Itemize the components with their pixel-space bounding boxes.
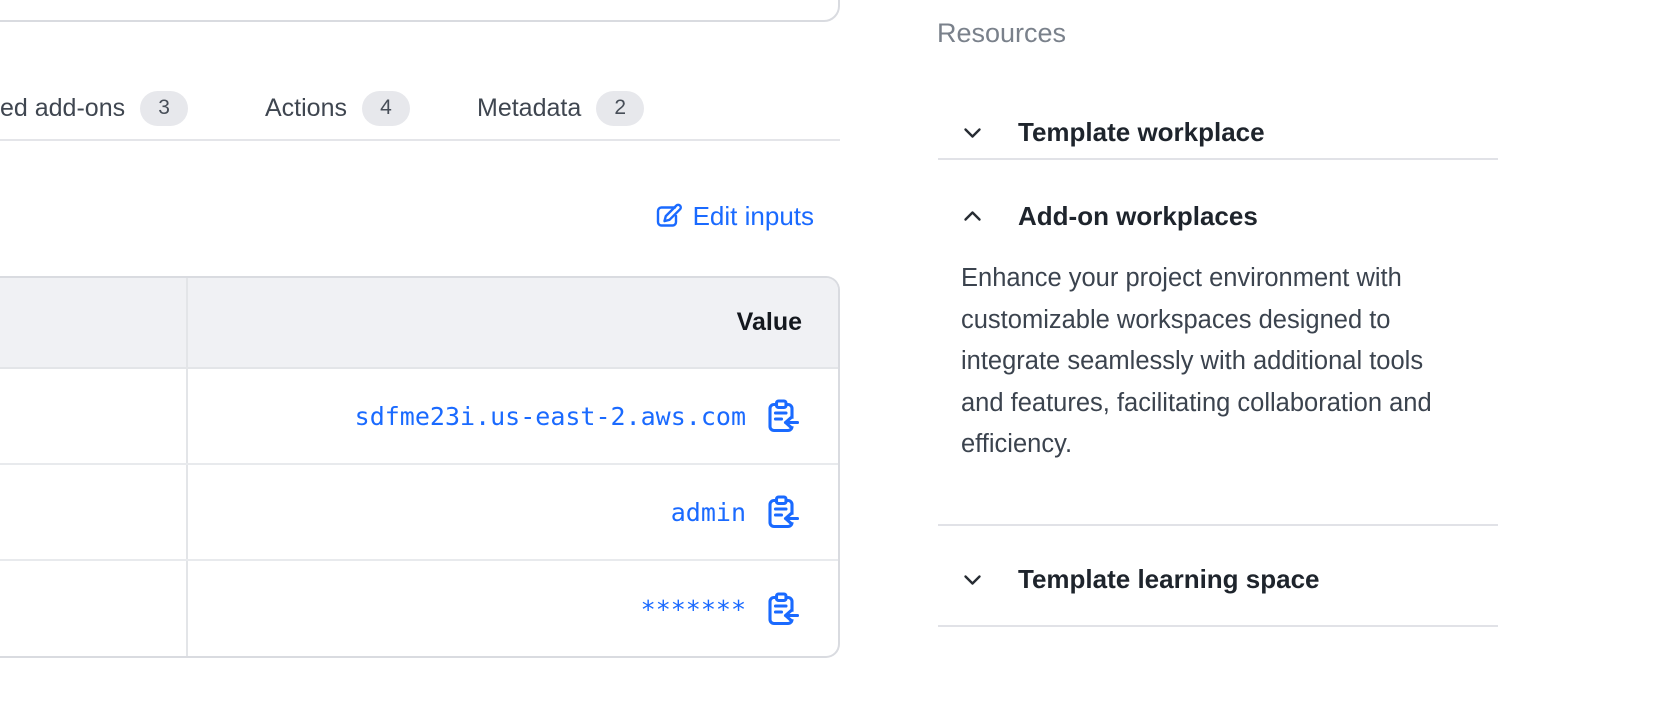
accordion-title: Template workplace — [1018, 117, 1265, 148]
chevron-down-icon — [960, 120, 985, 145]
edit-inputs-button[interactable]: Edit inputs — [0, 198, 814, 234]
key-cell — [0, 369, 188, 463]
tab-count-badge: 2 — [596, 91, 644, 126]
tab-metadata[interactable]: Metadata 2 — [477, 88, 644, 128]
value-text: sdfme23i.us-east-2.aws.com — [355, 402, 746, 431]
chevron-down-icon — [960, 567, 985, 592]
divider — [938, 524, 1498, 526]
value-text-masked: ******* — [641, 595, 746, 624]
accordion-title: Template learning space — [1018, 564, 1320, 595]
copy-to-clipboard-icon[interactable] — [763, 591, 800, 628]
table-row: sdfme23i.us-east-2.aws.com — [0, 369, 838, 465]
accordion-template-learning-space[interactable]: Template learning space — [960, 562, 1320, 596]
key-cell — [0, 561, 188, 657]
tab-count-badge: 4 — [362, 91, 410, 126]
table-row: admin — [0, 465, 838, 561]
key-column-header — [0, 278, 188, 367]
tab-count-badge: 3 — [140, 91, 188, 126]
accordion-template-workplace[interactable]: Template workplace — [960, 115, 1265, 149]
key-cell — [0, 465, 188, 559]
table-row: ******* — [0, 561, 838, 657]
value-text: admin — [671, 498, 746, 527]
edit-pencil-icon — [654, 202, 682, 230]
tabs-divider — [0, 139, 840, 141]
chevron-up-icon — [960, 204, 985, 229]
value-cell: admin — [188, 465, 838, 559]
accordion-description: Enhance your project environment with cu… — [961, 258, 1469, 466]
value-cell: ******* — [188, 561, 838, 657]
accordion-title: Add-on workplaces — [1018, 201, 1258, 232]
previous-section-card — [0, 0, 840, 22]
divider — [938, 158, 1498, 160]
resources-panel-title: Resources — [937, 18, 1066, 49]
tab-label: Metadata — [477, 94, 581, 123]
edit-inputs-label: Edit inputs — [693, 201, 814, 232]
tab-actions[interactable]: Actions 4 — [265, 88, 410, 128]
table-header-row: Value — [0, 278, 838, 369]
copy-to-clipboard-icon[interactable] — [763, 494, 800, 531]
value-column-header: Value — [188, 278, 838, 367]
tab-installed-add-ons[interactable]: ed add-ons 3 — [0, 88, 188, 128]
inputs-table: Value sdfme23i.us-east-2.aws.com admin — [0, 276, 840, 658]
accordion-add-on-workplaces[interactable]: Add-on workplaces — [960, 199, 1258, 233]
copy-to-clipboard-icon[interactable] — [763, 398, 800, 435]
tab-label: Actions — [265, 94, 347, 123]
divider — [938, 625, 1498, 627]
tab-label: ed add-ons — [0, 94, 125, 123]
value-cell: sdfme23i.us-east-2.aws.com — [188, 369, 838, 463]
